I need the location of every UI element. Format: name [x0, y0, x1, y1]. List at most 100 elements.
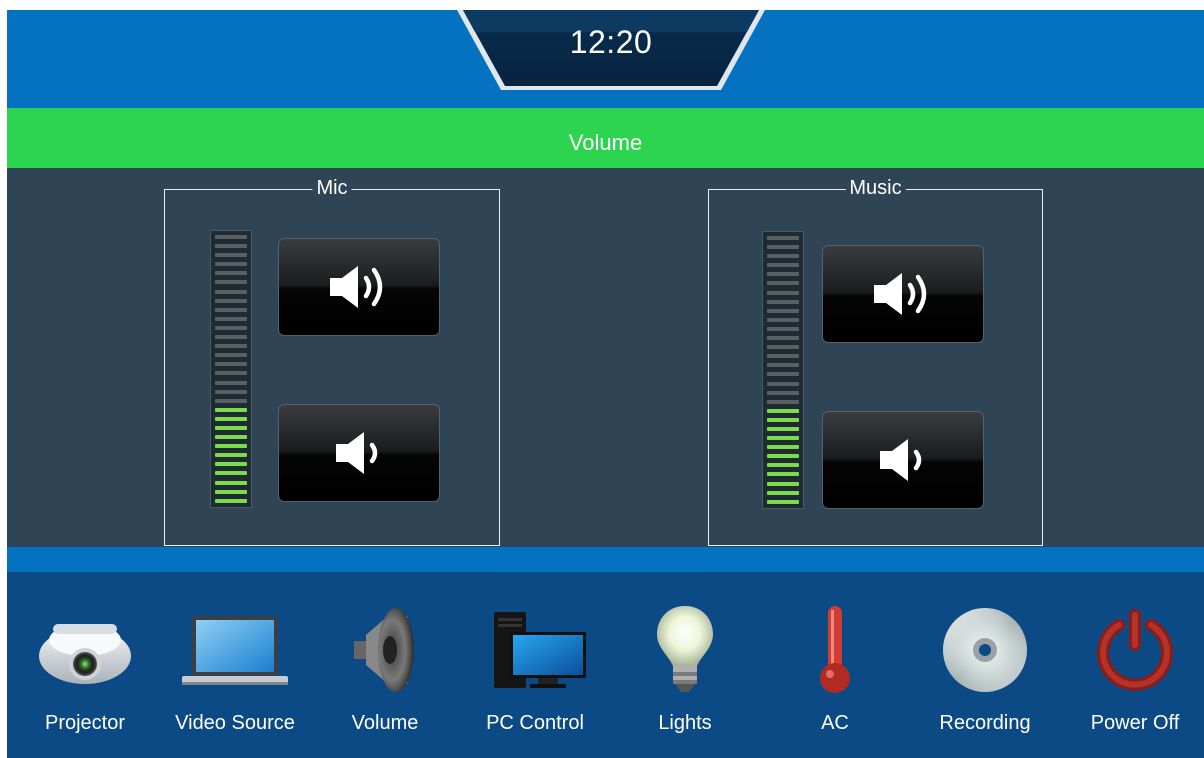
meter-segment	[215, 389, 247, 394]
meter-segment	[767, 326, 799, 331]
projector-icon	[15, 600, 155, 700]
clock-badge: 12:20	[457, 10, 765, 92]
meter-segment	[767, 363, 799, 368]
meter-segment	[767, 390, 799, 395]
separator-bar	[7, 547, 1204, 572]
meter-segment	[215, 253, 247, 258]
nav-ac[interactable]: AC	[765, 572, 905, 758]
lightbulb-icon	[615, 600, 755, 700]
meter-segment	[767, 481, 799, 486]
meter-segment	[767, 381, 799, 386]
music-group-label: Music	[845, 176, 906, 200]
nav-power-off[interactable]: Power Off	[1065, 572, 1204, 758]
nav-video-source[interactable]: Video Source	[165, 572, 305, 758]
meter-segment	[215, 316, 247, 321]
meter-segment	[767, 399, 799, 404]
page-title: Volume	[7, 108, 1204, 168]
meter-segment	[215, 244, 247, 249]
music-group: Music	[708, 176, 1043, 546]
meter-segment	[215, 271, 247, 276]
music-volume-up-button[interactable]	[822, 245, 984, 343]
meter-segment	[767, 308, 799, 313]
meter-segment	[215, 407, 247, 412]
meter-segment	[767, 345, 799, 350]
meter-segment	[215, 398, 247, 403]
nav-volume[interactable]: Volume	[315, 572, 455, 758]
meter-segment	[215, 416, 247, 421]
nav-recording[interactable]: Recording	[915, 572, 1055, 758]
meter-segment	[767, 290, 799, 295]
meter-segment	[215, 325, 247, 330]
speaker-icon	[315, 600, 455, 700]
meter-segment	[767, 236, 799, 240]
meter-segment	[767, 317, 799, 322]
meter-segment	[767, 354, 799, 359]
nav-power-off-label: Power Off	[1090, 712, 1180, 734]
nav-ac-label: AC	[821, 712, 849, 734]
meter-segment	[215, 462, 247, 467]
meter-segment	[215, 498, 247, 503]
meter-segment	[215, 435, 247, 440]
desktop-pc-icon	[465, 600, 605, 700]
mic-volume-down-button[interactable]	[278, 404, 440, 502]
meter-segment	[767, 336, 799, 341]
meter-segment	[215, 235, 247, 239]
nav-video-source-label: Video Source	[175, 712, 295, 734]
nav-projector-label: Projector	[44, 712, 126, 734]
meter-segment	[767, 463, 799, 468]
meter-segment	[767, 472, 799, 477]
nav-lights[interactable]: Lights	[615, 572, 755, 758]
meter-segment	[767, 417, 799, 422]
meter-segment	[767, 281, 799, 286]
meter-segment	[767, 299, 799, 304]
meter-segment	[767, 490, 799, 495]
music-level-meter	[762, 231, 804, 509]
meter-segment	[767, 499, 799, 504]
meter-segment	[215, 307, 247, 312]
volume-down-icon	[336, 432, 378, 474]
header-bar: 12:20	[7, 10, 1204, 108]
mic-group: Mic	[164, 176, 500, 546]
disc-icon	[915, 600, 1055, 700]
meter-segment	[215, 362, 247, 367]
volume-down-icon	[880, 439, 922, 481]
meter-segment	[215, 453, 247, 458]
nav-pc-control[interactable]: PC Control	[465, 572, 605, 758]
meter-segment	[215, 471, 247, 476]
volume-up-icon	[330, 266, 383, 308]
meter-segment	[215, 289, 247, 294]
meter-segment	[767, 436, 799, 441]
meter-segment	[767, 408, 799, 413]
meter-segment	[767, 254, 799, 259]
nav-recording-label: Recording	[939, 712, 1031, 734]
meter-segment	[215, 335, 247, 340]
clock-time: 12:20	[569, 24, 653, 60]
meter-segment	[215, 280, 247, 285]
bottom-nav: Projector Video Source Volume PC Control…	[7, 572, 1204, 758]
meter-segment	[215, 262, 247, 267]
thermometer-icon	[765, 600, 905, 700]
power-icon	[1065, 600, 1204, 700]
meter-segment	[215, 298, 247, 303]
meter-segment	[215, 371, 247, 376]
meter-segment	[767, 245, 799, 250]
nav-volume-label: Volume	[351, 712, 419, 734]
meter-segment	[215, 380, 247, 385]
mic-level-meter	[210, 230, 252, 508]
nav-pc-control-label: PC Control	[486, 712, 584, 734]
nav-projector[interactable]: Projector	[15, 572, 155, 758]
meter-segment	[767, 372, 799, 377]
meter-segment	[215, 344, 247, 349]
volume-up-icon	[874, 273, 927, 315]
control-panel: 12:20 Volume Mic Music Projector Video S…	[7, 10, 1204, 758]
meter-segment	[767, 263, 799, 268]
meter-segment	[215, 425, 247, 430]
music-volume-down-button[interactable]	[822, 411, 984, 509]
mic-group-label: Mic	[312, 176, 352, 200]
meter-segment	[767, 426, 799, 431]
mic-volume-up-button[interactable]	[278, 238, 440, 336]
laptop-icon	[165, 600, 305, 700]
meter-segment	[215, 480, 247, 485]
meter-segment	[215, 353, 247, 358]
meter-segment	[767, 445, 799, 450]
